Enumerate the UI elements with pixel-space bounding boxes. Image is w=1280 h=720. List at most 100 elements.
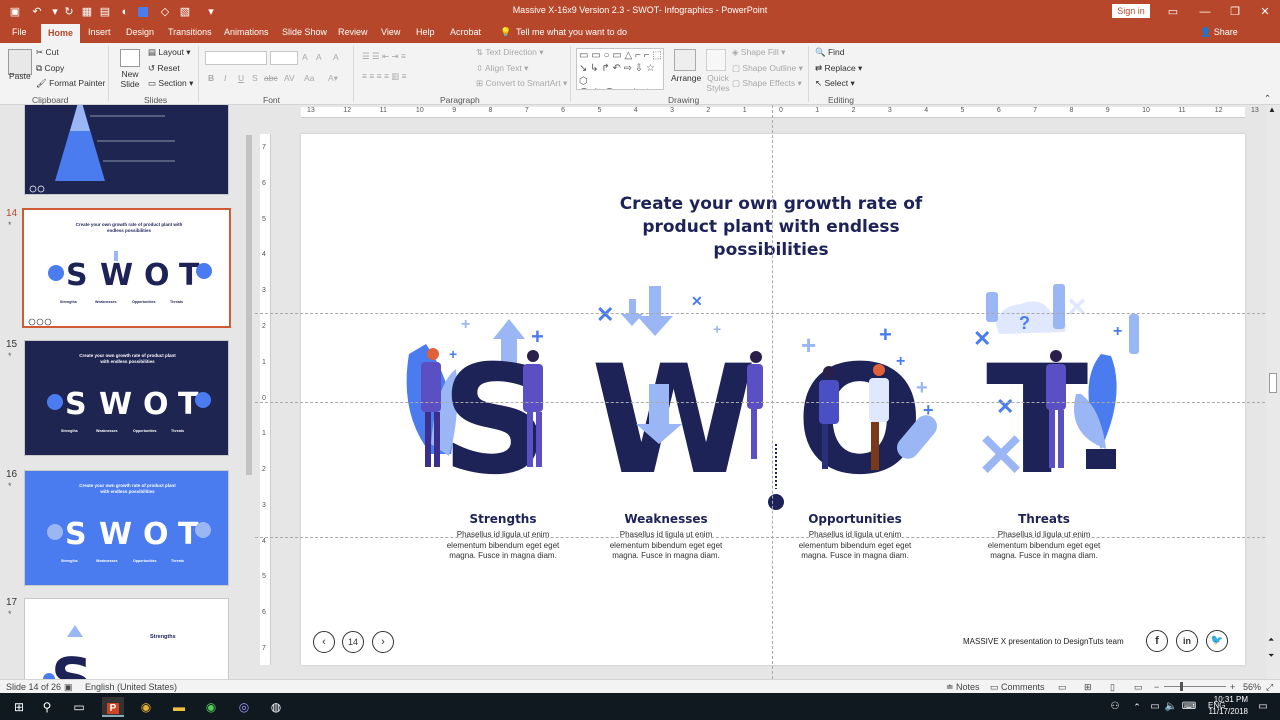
undo-icon[interactable]: ↶ <box>30 5 44 19</box>
strikethrough-button[interactable]: abc <box>264 73 278 83</box>
swot-illustration[interactable]: + + + S W ✕ ✕ + O + + + + + ? ✕ ✕ ✕ ✕ + … <box>401 284 1141 514</box>
clear-formatting-button[interactable]: A <box>333 52 339 62</box>
quick-styles-icon[interactable] <box>706 49 726 71</box>
restore-icon[interactable]: ❐ <box>1228 5 1242 19</box>
zoom-slider-thumb[interactable] <box>1180 682 1183 691</box>
color-icon[interactable] <box>138 7 148 17</box>
editor-scrollbar[interactable]: ▲ ⏶ ⏷ <box>1266 105 1280 679</box>
next-arrow-icon[interactable]: › <box>372 631 394 653</box>
slide-sorter-icon[interactable]: ⊞ <box>1084 682 1092 693</box>
slide-thumbnail-14[interactable]: Create your own growth rate of product p… <box>22 208 231 328</box>
viber-icon[interactable]: ◎ <box>233 697 255 717</box>
spelling-icon[interactable]: ▣ <box>64 682 73 693</box>
opportunities-label[interactable]: Opportunities <box>780 512 930 526</box>
paste-button[interactable]: Paste <box>9 71 31 81</box>
slide-title-line1[interactable]: Create your own growth rate of <box>591 193 951 216</box>
prev-arrow-icon[interactable]: ‹ <box>313 631 335 653</box>
slide-thumbnail-17[interactable]: S Strengths <box>24 598 229 679</box>
threats-label[interactable]: Threats <box>969 512 1119 526</box>
reset-button[interactable]: ↺ Reset <box>148 63 180 74</box>
sign-in-button[interactable]: Sign in <box>1112 4 1150 18</box>
share-button[interactable]: 👤 Share <box>1200 27 1238 38</box>
text-direction-button[interactable]: ⇅ Text Direction ▾ <box>476 47 543 58</box>
slide-canvas[interactable]: Create your own growth rate of product p… <box>301 134 1245 665</box>
find-button[interactable]: 🔍 Find <box>815 47 845 58</box>
redo-icon[interactable]: ↻ <box>62 5 76 19</box>
slideshow-icon[interactable]: ▭ <box>1134 682 1143 693</box>
notifications-icon[interactable]: ▭ <box>1252 697 1274 717</box>
arrange-button[interactable]: Arrange <box>671 73 701 83</box>
people-icon[interactable]: ⚇ <box>1104 697 1126 717</box>
tab-home[interactable]: Home <box>41 24 81 43</box>
shape-icon[interactable]: ◇ <box>158 5 172 19</box>
threats-description[interactable]: Phasellus id ligula ut enim elementum bi… <box>984 530 1104 562</box>
zoom-out-icon[interactable]: − <box>1154 682 1159 692</box>
facebook-icon[interactable]: f <box>1146 630 1168 652</box>
character-spacing-button[interactable]: AV <box>284 73 295 83</box>
file-explorer-icon[interactable]: ▬ <box>168 697 190 717</box>
reading-view-icon[interactable]: ▯ <box>1110 682 1115 693</box>
slide-thumbnail-16[interactable]: Create your own growth rate of product p… <box>24 470 229 586</box>
camera-app-icon[interactable]: ◍ <box>265 697 287 717</box>
start-from-beginning-icon[interactable]: ▦ <box>80 5 94 19</box>
select-button[interactable]: ↖ Select ▾ <box>815 78 855 89</box>
new-slide-icon[interactable] <box>120 49 140 67</box>
tell-me-search[interactable]: Tell me what you want to do <box>516 27 627 37</box>
font-size-combo[interactable] <box>270 51 298 65</box>
arrange-icon[interactable] <box>674 49 696 71</box>
guide-line[interactable] <box>255 313 1265 314</box>
align-text-button[interactable]: ⇳ Align Text ▾ <box>476 63 528 74</box>
strengths-label[interactable]: Strengths <box>428 512 578 526</box>
grow-font-button[interactable]: A <box>302 52 308 62</box>
cut-button[interactable]: ✂ Cut <box>36 47 59 58</box>
powerpoint-taskbar-icon[interactable]: P <box>102 697 124 717</box>
guide-line[interactable] <box>255 402 1265 403</box>
thumbnail-scrollbar[interactable] <box>244 105 254 679</box>
change-case-button[interactable]: Aa <box>304 73 314 83</box>
touch-mode-icon[interactable]: ◐ <box>118 5 132 19</box>
align-icons[interactable]: ≡ ≡ ≡ ≡ ▥ ≡ <box>362 71 407 82</box>
font-color-button[interactable]: A▾ <box>328 73 338 84</box>
minimize-icon[interactable]: — <box>1198 5 1212 19</box>
italic-button[interactable]: I <box>224 73 226 83</box>
clock-date[interactable]: 11/17/2018 <box>1200 707 1248 716</box>
zoom-slider[interactable] <box>1164 686 1226 687</box>
language-status[interactable]: English (United States) <box>85 682 177 692</box>
tab-review[interactable]: Review <box>338 27 368 37</box>
tab-design[interactable]: Design <box>126 27 154 37</box>
shrink-font-button[interactable]: A <box>316 52 322 62</box>
scroll-thumb[interactable] <box>1269 373 1277 393</box>
keyboard-icon[interactable]: ⌨ <box>1178 697 1200 717</box>
weaknesses-label[interactable]: Weaknesses <box>591 512 741 526</box>
slide-title-line2[interactable]: product plant with endless possibilities <box>591 216 951 262</box>
zoom-in-icon[interactable]: + <box>1230 682 1235 692</box>
twitter-icon[interactable]: 🐦 <box>1206 630 1228 652</box>
format-painter-button[interactable]: 🖌 Format Painter <box>36 78 105 89</box>
clock-time[interactable]: 10:31 PM <box>1208 695 1248 704</box>
thumbnail-scroll-thumb[interactable] <box>246 135 252 475</box>
convert-smartart-button[interactable]: ⊞ Convert to SmartArt ▾ <box>476 78 567 89</box>
zoom-level[interactable]: 56% <box>1243 682 1261 692</box>
tab-slide-show[interactable]: Slide Show <box>282 27 327 37</box>
new-slide-button[interactable]: New Slide <box>118 69 142 89</box>
section-button[interactable]: ▭ Section ▾ <box>148 78 193 89</box>
normal-view-icon[interactable]: ▭ <box>1058 682 1067 693</box>
picture-icon[interactable]: ▧ <box>178 5 192 19</box>
customize-quick-access-icon[interactable]: ▾ <box>204 5 218 19</box>
bold-button[interactable]: B <box>208 73 214 83</box>
tab-transitions[interactable]: Transitions <box>168 27 212 37</box>
close-icon[interactable]: ✕ <box>1258 5 1272 19</box>
fit-slide-icon[interactable]: ⤢ <box>1266 682 1273 693</box>
ribbon-display-options-icon[interactable]: ▭ <box>1166 5 1180 19</box>
underline-button[interactable]: U <box>238 73 244 83</box>
linkedin-icon[interactable]: in <box>1176 630 1198 652</box>
layout-button[interactable]: ▤ Layout ▾ <box>148 47 191 58</box>
chrome-icon-2[interactable]: ◉ <box>200 697 222 717</box>
next-slide-icon[interactable]: ⏷ <box>1268 651 1274 661</box>
strengths-description[interactable]: Phasellus id ligula ut enim elementum bi… <box>443 530 563 562</box>
save-icon[interactable]: ▣ <box>8 5 22 19</box>
windows-start-icon[interactable]: ⊞ <box>8 697 30 717</box>
guide-line[interactable] <box>255 537 1265 538</box>
weaknesses-description[interactable]: Phasellus id ligula ut enim elementum bi… <box>606 530 726 562</box>
tab-insert[interactable]: Insert <box>88 27 111 37</box>
